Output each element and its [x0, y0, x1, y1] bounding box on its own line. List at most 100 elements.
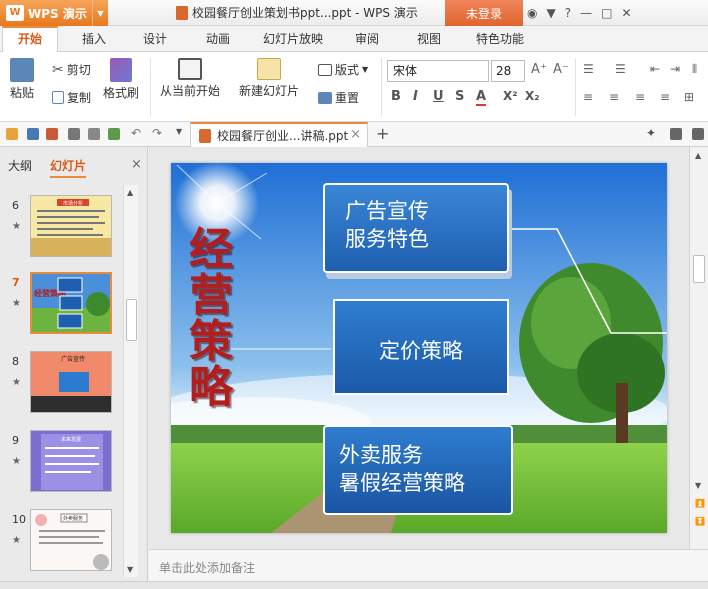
slides-panel-scrollbar[interactable]: ▲ ▼ [123, 185, 138, 577]
tab-home[interactable]: 开始 [2, 26, 58, 53]
wps-menu-label: WPS 演示 [28, 6, 87, 21]
scroll-up-icon[interactable]: ▲ [695, 151, 701, 160]
pin-icon[interactable]: ✦ [646, 126, 656, 140]
previous-slide-icon[interactable]: ⏫ [695, 499, 705, 508]
status-bar [0, 581, 708, 589]
tab-slideshow[interactable]: 幻灯片放映 [258, 26, 328, 52]
slide-title[interactable]: 经营策略 [183, 227, 239, 411]
open-folder-icon[interactable] [6, 128, 18, 140]
numbering-button[interactable]: ☰ [615, 62, 626, 76]
box-line: 服务特色 [345, 227, 429, 251]
slide-preview-graphic: 未来发展 [31, 431, 111, 491]
chevron-down-icon[interactable]: ▼ [92, 0, 108, 26]
tab-slides[interactable]: 幻灯片 [50, 157, 87, 178]
strategy-box-advertising[interactable]: 广告宣传 服务特色 [323, 183, 509, 273]
underline-button[interactable]: U [433, 89, 444, 104]
bold-button[interactable]: B [391, 89, 401, 104]
current-slide[interactable]: 经营策略 广告宣传 服务特色 定价策略 外卖服务 暑假经营策略 [171, 163, 667, 533]
document-tab[interactable]: 校园餐厅创业...讲稿.ppt × [190, 122, 368, 147]
strategy-box-pricing[interactable]: 定价策略 [333, 299, 509, 395]
increase-indent-button[interactable]: ⇥ [670, 62, 680, 76]
scrollbar-thumb[interactable] [693, 255, 705, 283]
align-center-button[interactable]: ≡ [609, 90, 619, 104]
redo-icon[interactable]: ↷ [152, 126, 162, 140]
tab-insert[interactable]: 插入 [74, 26, 114, 52]
tab-outline[interactable]: 大纲 [8, 157, 32, 174]
italic-button[interactable]: I [413, 89, 418, 104]
align-right-button[interactable]: ≡ [635, 90, 645, 104]
justify-button[interactable]: ≡ [660, 90, 670, 104]
slide-preview[interactable]: 广告宣传 [30, 351, 112, 413]
window-mode-icon[interactable] [670, 128, 682, 140]
slide-editing-area: 经营策略 广告宣传 服务特色 定价策略 外卖服务 暑假经营策略 [149, 147, 689, 549]
star-icon: ★ [12, 456, 21, 467]
tab-list-icon[interactable] [692, 128, 704, 140]
reset-button[interactable]: 重置 [318, 89, 359, 106]
slide-thumbnail-10[interactable]: 10 ★ 外卖服务 [0, 509, 122, 577]
slide-preview[interactable]: 市场分析 [30, 195, 112, 257]
slide-preview[interactable]: 未来发展 [30, 430, 112, 492]
tab-animation[interactable]: 动画 [198, 26, 238, 52]
slide-thumbnail-8[interactable]: 8 ★ 广告宣传 [0, 351, 122, 419]
shrink-font-button[interactable]: A⁻ [553, 62, 569, 77]
strikethrough-button[interactable]: S [455, 89, 464, 104]
font-size-select[interactable]: 28 [491, 60, 525, 82]
paste-button[interactable]: 粘贴 [10, 58, 34, 101]
decrease-indent-button[interactable]: ⇤ [650, 62, 660, 76]
scroll-down-icon[interactable]: ▼ [127, 565, 133, 574]
subscript-button[interactable]: X₂ [525, 89, 540, 103]
strategy-box-delivery[interactable]: 外卖服务 暑假经营策略 [323, 425, 513, 515]
slide-thumbnail-9[interactable]: 9 ★ 未来发展 [0, 430, 122, 498]
print-icon[interactable] [68, 128, 80, 140]
close-window-icon[interactable]: ✕ [621, 6, 631, 20]
next-slide-icon[interactable]: ⏬ [695, 517, 705, 526]
format-painter-button[interactable]: 格式刷 [103, 58, 139, 101]
scroll-down-icon[interactable]: ▼ [695, 481, 701, 490]
cut-button[interactable]: ✂ 剪切 [52, 61, 91, 78]
undo-icon[interactable]: ↶ [131, 126, 141, 140]
spell-check-icon[interactable] [108, 128, 120, 140]
help-icon[interactable]: ? [565, 6, 571, 20]
slide-thumbnail-7[interactable]: 7 ★ 经营策略 [0, 272, 122, 340]
tab-view[interactable]: 视图 [409, 26, 449, 52]
slide-preview[interactable]: 经营策略 [30, 272, 112, 334]
font-name-select[interactable]: 宋体 [387, 60, 489, 82]
scroll-up-icon[interactable]: ▲ [127, 188, 133, 197]
scrollbar-thumb[interactable] [126, 299, 137, 341]
export-pdf-icon[interactable] [46, 128, 58, 140]
grow-font-button[interactable]: A⁺ [531, 62, 547, 77]
skin-icon[interactable]: ◉ [527, 6, 537, 20]
align-left-button[interactable]: ≡ [583, 90, 593, 104]
slide-number: 9 [12, 434, 19, 447]
copy-icon [52, 91, 64, 104]
shirt-icon[interactable]: ▼ [546, 6, 555, 20]
text-direction-button[interactable]: ⫴ [692, 62, 697, 77]
font-color-button[interactable]: A [476, 89, 487, 106]
save-icon[interactable] [27, 128, 39, 140]
new-slide-button[interactable]: 新建幻灯片 [239, 58, 299, 99]
close-tab-icon[interactable]: × [350, 127, 361, 142]
from-current-button[interactable]: 从当前开始 [160, 58, 220, 99]
slide-thumbnail-6[interactable]: 6 ★ 市场分析 [0, 195, 122, 263]
print-preview-icon[interactable] [88, 128, 100, 140]
wps-menu-button[interactable]: W WPS 演示 ▼ [0, 0, 108, 26]
minimize-icon[interactable]: — [580, 6, 592, 20]
cut-label: 剪切 [66, 63, 91, 77]
bullets-button[interactable]: ☰ [583, 62, 594, 76]
superscript-button[interactable]: X² [503, 89, 518, 103]
login-button[interactable]: 未登录 [445, 0, 523, 26]
distribute-button[interactable]: ⊞ [684, 90, 694, 104]
slide-scrollbar[interactable]: ▲ ▼ ⏫ ⏬ [689, 147, 708, 549]
chevron-down-icon[interactable]: ▼ [176, 127, 182, 136]
layout-button[interactable]: 版式 ▼ [318, 61, 368, 78]
close-panel-icon[interactable]: × [131, 157, 142, 172]
maximize-icon[interactable]: □ [601, 6, 612, 20]
copy-button[interactable]: 复制 [52, 89, 91, 106]
new-tab-icon[interactable]: + [376, 124, 389, 143]
notes-pane[interactable]: 单击此处添加备注 [149, 549, 708, 581]
tab-special[interactable]: 特色功能 [468, 26, 532, 52]
tab-design[interactable]: 设计 [135, 26, 175, 52]
slide-preview[interactable]: 外卖服务 [30, 509, 112, 571]
tab-review[interactable]: 审阅 [347, 26, 387, 52]
paste-label: 粘贴 [10, 86, 35, 100]
